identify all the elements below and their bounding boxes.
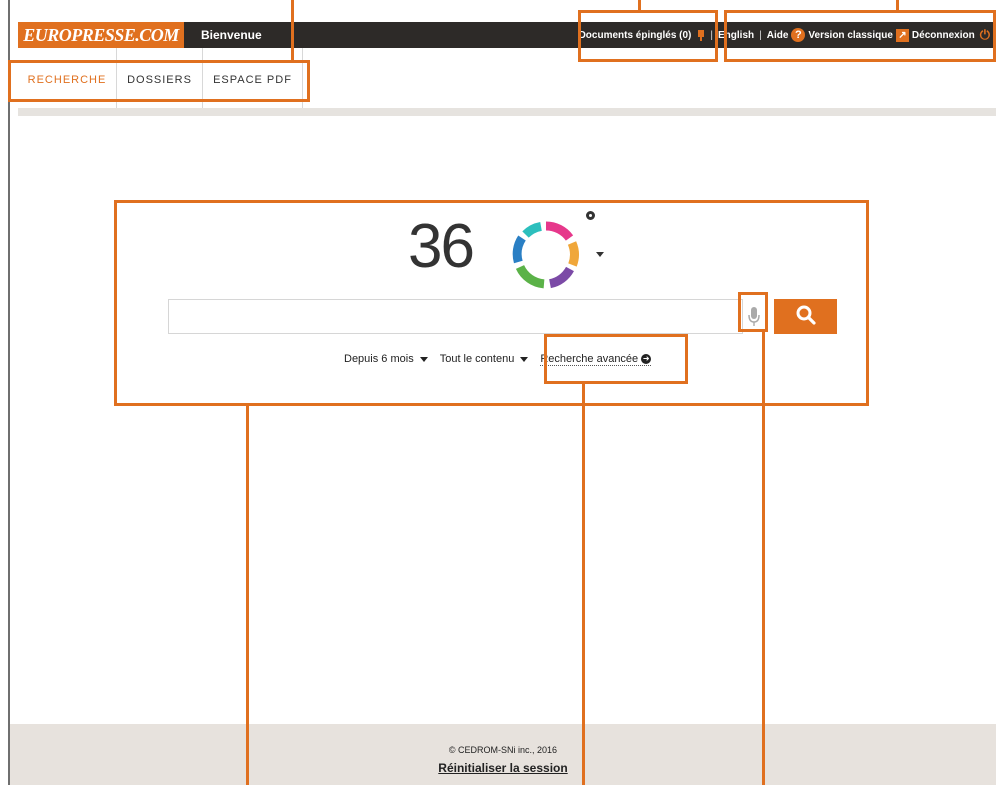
annotation-line [896, 0, 899, 10]
annotation-line [246, 406, 249, 785]
copyright-text: © CEDROM-SNi inc., 2016 [448, 745, 558, 755]
reset-session-link[interactable]: Réinitialiser la session [10, 761, 996, 775]
annotation-line [582, 384, 585, 785]
annotation-line [291, 0, 294, 60]
annotation-line [762, 332, 765, 785]
footer: © CEDROM-SNi inc., 2016 Réinitialiser la… [10, 724, 996, 785]
annotation-box-pinned [578, 10, 718, 62]
europresse-logo[interactable]: EUROPRESSE.COM [18, 22, 184, 48]
annotation-box-microphone [738, 292, 768, 332]
annotation-box-nav [8, 60, 310, 102]
annotation-box-header-links [724, 10, 996, 62]
annotation-box-advanced [544, 334, 688, 384]
annotation-line [638, 0, 641, 10]
welcome-text: Bienvenue [201, 28, 262, 42]
nav-shadow [18, 108, 996, 116]
window-frame-left [8, 0, 10, 785]
